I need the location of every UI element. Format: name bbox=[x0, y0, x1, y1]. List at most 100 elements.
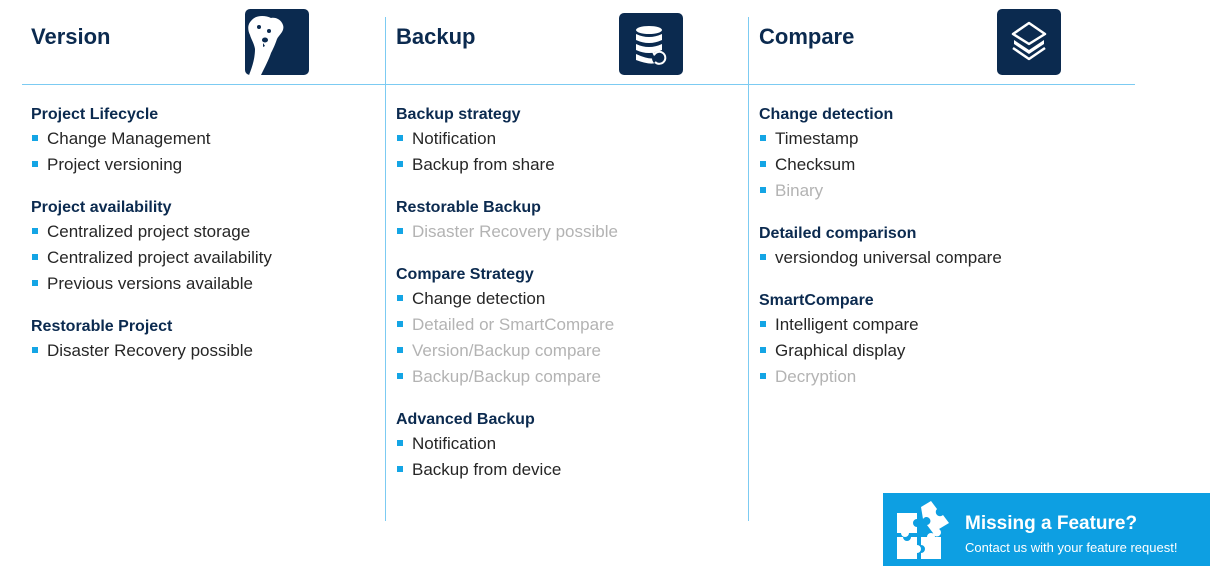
item-label: Centralized project storage bbox=[47, 222, 251, 241]
item-label: Binary bbox=[775, 181, 824, 200]
bullet-icon bbox=[397, 466, 403, 472]
bullet-icon bbox=[760, 321, 766, 327]
list-item: Timestamp bbox=[759, 126, 1099, 152]
bullet-icon bbox=[397, 295, 403, 301]
bullet-icon bbox=[32, 280, 38, 286]
bullet-icon bbox=[760, 161, 766, 167]
section-smartcompare: SmartCompare Intelligent compare Graphic… bbox=[759, 290, 1099, 390]
item-label: Detailed or SmartCompare bbox=[412, 315, 615, 334]
section-title: Compare Strategy bbox=[396, 266, 534, 283]
list-item: Decryption bbox=[759, 364, 1099, 390]
puzzle-icon bbox=[897, 501, 949, 559]
bullet-icon bbox=[397, 228, 403, 234]
item-label: Timestamp bbox=[775, 129, 859, 148]
section-change-detection: Change detection Timestamp Checksum Bina… bbox=[759, 104, 1099, 204]
column-title-compare: Compare bbox=[759, 24, 855, 49]
backup-column: Backup strategy Notification Backup from… bbox=[396, 104, 736, 502]
list-item: Backup/Backup compare bbox=[396, 364, 736, 390]
section-advanced-backup: Advanced Backup Notification Backup from… bbox=[396, 409, 736, 483]
bullet-icon bbox=[32, 135, 38, 141]
item-label: versiondog universal compare bbox=[775, 248, 1002, 267]
section-title: Project availability bbox=[31, 199, 172, 216]
column-divider-2 bbox=[748, 17, 749, 521]
column-title-version: Version bbox=[31, 24, 111, 49]
item-label: Graphical display bbox=[775, 341, 906, 360]
bullet-icon bbox=[760, 347, 766, 353]
list-item: Binary bbox=[759, 178, 1099, 204]
section-title: Advanced Backup bbox=[396, 411, 535, 428]
bullet-icon bbox=[397, 321, 403, 327]
item-label: Backup/Backup compare bbox=[412, 367, 601, 386]
column-divider-1 bbox=[385, 17, 386, 521]
section-restorable-project: Restorable Project Disaster Recovery pos… bbox=[31, 316, 371, 364]
banner-subtitle: Contact us with your feature request! bbox=[965, 540, 1178, 555]
section-detailed-comparison: Detailed comparison versiondog universal… bbox=[759, 223, 1099, 271]
list-item: Detailed or SmartCompare bbox=[396, 312, 736, 338]
list-item: Version/Backup compare bbox=[396, 338, 736, 364]
section-title: Change detection bbox=[759, 106, 894, 123]
section-project-lifecycle: Project Lifecycle Change Management Proj… bbox=[31, 104, 371, 178]
item-label: Version/Backup compare bbox=[412, 341, 601, 360]
item-label: Notification bbox=[412, 434, 497, 453]
list-item: Centralized project availability bbox=[31, 245, 371, 271]
list-item: Change Management bbox=[31, 126, 371, 152]
banner-title: Missing a Feature? bbox=[965, 513, 1138, 534]
item-label: Backup from share bbox=[412, 155, 555, 174]
compare-column: Change detection Timestamp Checksum Bina… bbox=[759, 104, 1099, 409]
bullet-icon bbox=[760, 135, 766, 141]
list-item: Disaster Recovery possible bbox=[31, 338, 371, 364]
item-label: Disaster Recovery possible bbox=[412, 222, 618, 241]
section-title: Detailed comparison bbox=[759, 225, 917, 242]
item-label: Backup from device bbox=[412, 460, 562, 479]
item-label: Intelligent compare bbox=[775, 315, 919, 334]
list-item: Project versioning bbox=[31, 152, 371, 178]
list-item: Checksum bbox=[759, 152, 1099, 178]
bullet-icon bbox=[760, 187, 766, 193]
list-item: Graphical display bbox=[759, 338, 1099, 364]
item-label: Centralized project availability bbox=[47, 248, 272, 267]
bullet-icon bbox=[32, 161, 38, 167]
section-title: Backup strategy bbox=[396, 106, 521, 123]
section-compare-strategy: Compare Strategy Change detection Detail… bbox=[396, 264, 736, 390]
section-backup-strategy: Backup strategy Notification Backup from… bbox=[396, 104, 736, 178]
database-restore-icon bbox=[619, 13, 683, 75]
list-item: Centralized project storage bbox=[31, 219, 371, 245]
item-label: Notification bbox=[412, 129, 497, 148]
bullet-icon bbox=[32, 347, 38, 353]
layers-icon bbox=[997, 9, 1061, 75]
section-title: SmartCompare bbox=[759, 292, 874, 309]
list-item: Previous versions available bbox=[31, 271, 371, 297]
item-label: Change Management bbox=[47, 129, 211, 148]
section-title: Restorable Project bbox=[31, 318, 173, 335]
bullet-icon bbox=[32, 228, 38, 234]
header-divider bbox=[22, 84, 1135, 85]
bullet-icon bbox=[760, 373, 766, 379]
list-item: Disaster Recovery possible bbox=[396, 219, 736, 245]
item-label: Decryption bbox=[775, 367, 857, 386]
item-label: Checksum bbox=[775, 155, 856, 174]
section-project-availability: Project availability Centralized project… bbox=[31, 197, 371, 297]
section-title: Project Lifecycle bbox=[31, 106, 159, 123]
item-label: Previous versions available bbox=[47, 274, 253, 293]
list-item: versiondog universal compare bbox=[759, 245, 1099, 271]
list-item: Intelligent compare bbox=[759, 312, 1099, 338]
bullet-icon bbox=[397, 161, 403, 167]
item-label: Change detection bbox=[412, 289, 546, 308]
item-label: Disaster Recovery possible bbox=[47, 341, 253, 360]
bullet-icon bbox=[32, 254, 38, 260]
item-label: Project versioning bbox=[47, 155, 183, 174]
list-item: Backup from device bbox=[396, 457, 736, 483]
list-item: Notification bbox=[396, 126, 736, 152]
feature-request-banner[interactable]: Missing a Feature? Contact us with your … bbox=[883, 493, 1210, 566]
bullet-icon bbox=[397, 135, 403, 141]
bullet-icon bbox=[397, 347, 403, 353]
bullet-icon bbox=[397, 440, 403, 446]
section-title: Restorable Backup bbox=[396, 199, 541, 216]
list-item: Backup from share bbox=[396, 152, 736, 178]
version-column: Project Lifecycle Change Management Proj… bbox=[31, 104, 371, 383]
column-title-backup: Backup bbox=[396, 24, 476, 49]
bullet-icon bbox=[397, 373, 403, 379]
bullet-icon bbox=[760, 254, 766, 260]
section-restorable-backup: Restorable Backup Disaster Recovery poss… bbox=[396, 197, 736, 245]
list-item: Notification bbox=[396, 431, 736, 457]
